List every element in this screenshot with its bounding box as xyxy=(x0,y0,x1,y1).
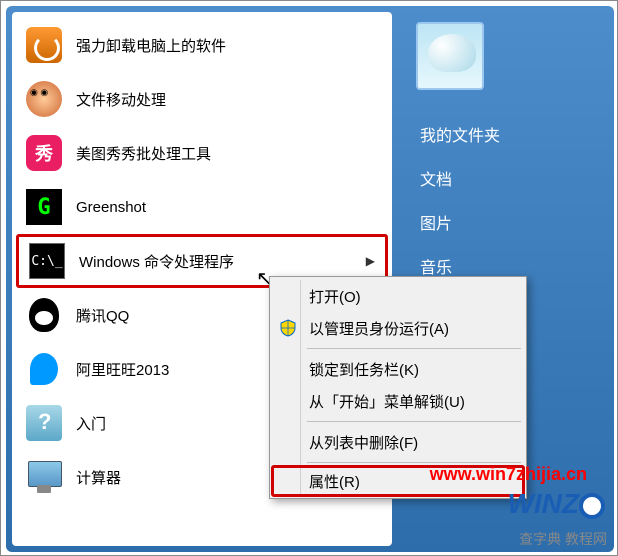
meitu-icon: 秀 xyxy=(24,133,64,173)
user-picture[interactable] xyxy=(416,22,484,90)
ctx-pin-taskbar[interactable]: 锁定到任务栏(K) xyxy=(273,353,523,385)
help-icon xyxy=(24,403,64,443)
menu-label: 入门 xyxy=(76,413,106,434)
ctx-unpin-start[interactable]: 从「开始」菜单解锁(U) xyxy=(273,385,523,417)
menu-item-uninstall[interactable]: 强力卸载电脑上的软件 xyxy=(16,18,388,72)
context-menu-separator xyxy=(307,348,521,349)
context-menu-separator xyxy=(307,462,521,463)
menu-label: 美图秀秀批处理工具 xyxy=(76,143,211,164)
menu-item-greenshot[interactable]: G Greenshot xyxy=(16,180,388,234)
wangwang-icon xyxy=(24,349,64,389)
menu-label: 计算器 xyxy=(76,467,121,488)
right-item-myfiles[interactable]: 我的文件夹 xyxy=(412,112,600,156)
menu-label: Greenshot xyxy=(76,199,146,216)
context-menu-separator xyxy=(307,421,521,422)
right-item-pictures[interactable]: 图片 xyxy=(412,200,600,244)
computer-icon xyxy=(24,457,64,497)
qq-icon xyxy=(24,295,64,335)
watermark-logo: WINZ xyxy=(507,488,605,520)
recycle-icon xyxy=(24,25,64,65)
menu-label: 阿里旺旺2013 xyxy=(76,359,169,380)
ctx-runas-admin[interactable]: 以管理员身份运行(A) xyxy=(273,312,523,344)
ctx-open[interactable]: 打开(O) xyxy=(273,280,523,312)
menu-label: 强力卸载电脑上的软件 xyxy=(76,35,226,56)
menu-item-filemove[interactable]: 文件移动处理 xyxy=(16,72,388,126)
shield-icon xyxy=(279,319,297,337)
menu-label: 文件移动处理 xyxy=(76,89,166,110)
menu-label: 腾讯QQ xyxy=(76,305,129,326)
right-item-documents[interactable]: 文档 xyxy=(412,156,600,200)
ctx-remove-list[interactable]: 从列表中删除(F) xyxy=(273,426,523,458)
watermark-footer: 查字典 教程网 xyxy=(519,529,607,549)
cmd-icon: C:\_ xyxy=(27,241,67,281)
ctx-label: 以管理员身份运行(A) xyxy=(309,318,449,339)
monkey-icon xyxy=(24,79,64,119)
greenshot-icon: G xyxy=(24,187,64,227)
chevron-right-icon: ▶ xyxy=(366,254,375,268)
menu-item-meitu[interactable]: 秀 美图秀秀批处理工具 xyxy=(16,126,388,180)
watermark-url: www.win7zhijia.cn xyxy=(430,464,587,485)
menu-label: Windows 命令处理程序 xyxy=(79,251,234,272)
